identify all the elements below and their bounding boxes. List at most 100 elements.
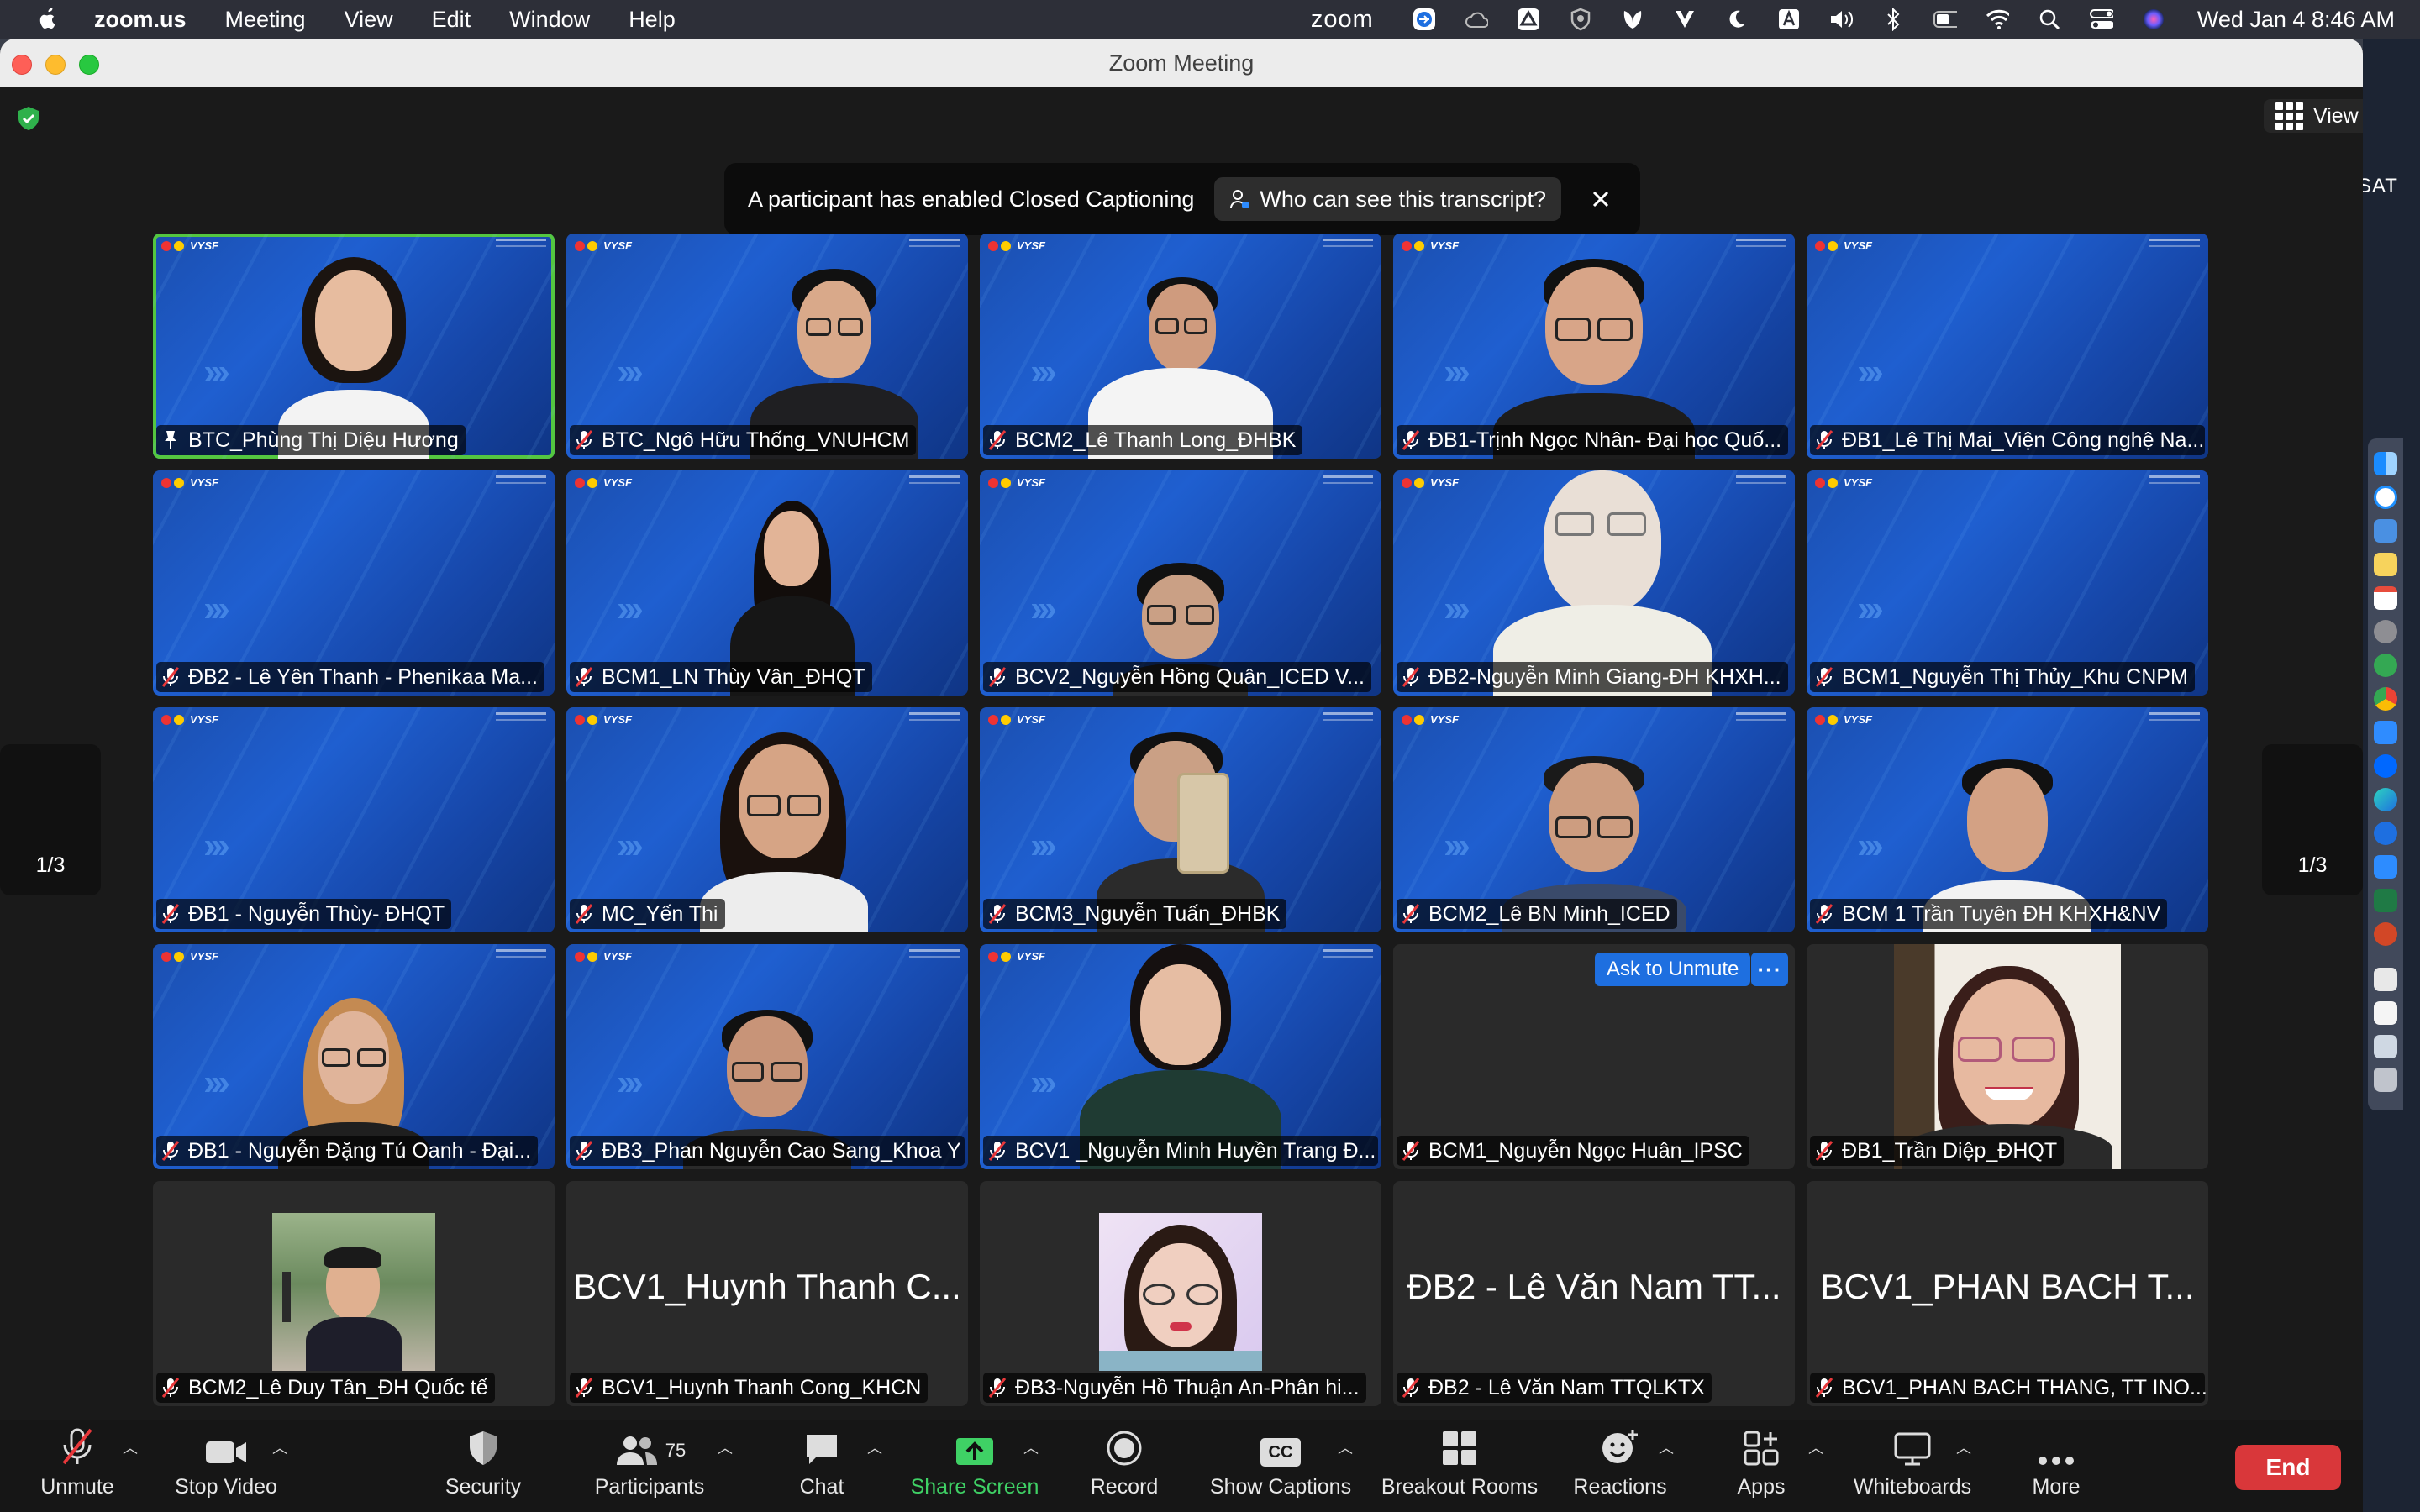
dock-mail-icon[interactable] — [2374, 721, 2397, 744]
dock-preview-icon[interactable] — [2374, 968, 2397, 991]
cloud-icon[interactable] — [1465, 8, 1488, 31]
menu-edit[interactable]: Edit — [432, 7, 471, 33]
share-options-caret[interactable]: ︿ — [1022, 1420, 1042, 1512]
ask-to-unmute-button[interactable]: Ask to Unmute — [1595, 953, 1751, 986]
volume-icon[interactable] — [1829, 8, 1853, 31]
participant-tile[interactable]: ĐB1_Trần Diệp_ĐHQT — [1807, 944, 2208, 1169]
tile-more-options-button[interactable]: ··· — [1751, 953, 1788, 986]
participant-tile[interactable]: ››› VYSF BTC_Ngô Hữu Thống_VNUHCM — [566, 234, 968, 459]
dock-finder-icon[interactable] — [2374, 452, 2397, 475]
dock-excel-icon[interactable] — [2374, 889, 2397, 912]
participants-options-caret[interactable]: ︿ — [716, 1420, 736, 1512]
participants-button[interactable]: 75 Participants — [587, 1420, 713, 1512]
participant-tile[interactable]: ››› VYSF ĐB2-Nguyễn Minh Giang-ĐH KHXH..… — [1393, 470, 1795, 696]
participant-tile[interactable]: BCM2_Lê Duy Tân_ĐH Quốc tế — [153, 1181, 555, 1406]
wifi-icon[interactable] — [1986, 8, 2009, 31]
end-meeting-button[interactable]: End — [2235, 1445, 2341, 1490]
participant-tile[interactable]: ››› VYSF BCV1 _Nguyễn Minh Huyền Trang Đ… — [980, 944, 1381, 1169]
spotlight-search-icon[interactable] — [2038, 8, 2061, 31]
dock-chrome-icon[interactable] — [2374, 687, 2397, 711]
apple-icon[interactable] — [35, 7, 60, 32]
participant-tile[interactable]: ››› VYSF BCM2_Lê BN Minh_ICED — [1393, 707, 1795, 932]
dock-zoom-icon[interactable] — [2374, 855, 2397, 879]
muted-mic-icon — [161, 1378, 180, 1398]
zoom-status-item[interactable]: zoom — [1311, 6, 1374, 34]
more-button[interactable]: More — [2018, 1420, 2094, 1512]
participant-tile[interactable]: ››› VYSF BCM 1 Trần Tuyên ĐH KHXH&NV — [1807, 707, 2208, 932]
menu-meeting[interactable]: Meeting — [225, 7, 306, 33]
menu-help[interactable]: Help — [629, 7, 676, 33]
participant-tile[interactable]: ››› VYSF ĐB2 - Lê Yên Thanh - Phenikaa M… — [153, 470, 555, 696]
participant-tile[interactable]: ››› VYSF BCM1_LN Thùy Vân_ĐHQT — [566, 470, 968, 696]
participant-tile[interactable]: ››› VYSF ĐB1 - Nguyễn Đặng Tú Oanh - Đại… — [153, 944, 555, 1169]
battery-icon[interactable] — [1933, 8, 1957, 31]
participant-tile[interactable]: ››› VYSF BCM2_Lê Thanh Long_ĐHBK — [980, 234, 1381, 459]
v-icon[interactable] — [1673, 8, 1697, 31]
meeting-toolbar: Unmute ︿ Stop Video ︿ Security 75 Partic… — [0, 1420, 2363, 1512]
clock[interactable]: Wed Jan 4 8:46 AM — [2197, 7, 2395, 33]
dock-document-icon[interactable] — [2374, 1001, 2397, 1025]
dock-settings-icon[interactable] — [2374, 620, 2397, 643]
apps-options-caret[interactable]: ︿ — [1807, 1420, 1827, 1512]
dock-folder-icon[interactable] — [2374, 1035, 2397, 1058]
participant-tile[interactable]: ››› VYSF BTC_Phùng Thị Diệu Hương — [153, 234, 555, 459]
reactions-button[interactable]: Reactions — [1571, 1420, 1669, 1512]
control-center-icon[interactable] — [2089, 8, 2113, 31]
participant-tile[interactable]: ĐB2 - Lê Văn Nam TT... ĐB2 - Lê Văn Nam … — [1393, 1181, 1795, 1406]
close-banner-icon[interactable] — [1586, 185, 1615, 213]
dock-powerpoint-icon[interactable] — [2374, 922, 2397, 946]
leaf-icon[interactable] — [1621, 8, 1644, 31]
menu-window[interactable]: Window — [509, 7, 590, 33]
record-button[interactable]: Record — [1082, 1420, 1166, 1512]
participant-tile[interactable]: Ask to Unmute ··· BCM1_Nguyễn Ngọc Huân_… — [1393, 944, 1795, 1169]
participant-tile[interactable]: ››› VYSF BCM1_Nguyễn Thị Thủy_Khu CNPM — [1807, 470, 2208, 696]
moon-icon[interactable] — [1725, 8, 1749, 31]
participant-tile[interactable]: ››› VYSF ĐB1-Trịnh Ngọc Nhân- Đại học Qu… — [1393, 234, 1795, 459]
dock-zalo-icon[interactable] — [2374, 754, 2397, 778]
previous-page-button[interactable]: 1/3 — [0, 744, 101, 895]
siri-icon[interactable] — [2142, 8, 2165, 31]
participant-tile[interactable]: BCV1_Huynh Thanh C... BCV1_Huynh Thanh C… — [566, 1181, 968, 1406]
participant-tile[interactable]: ĐB3-Nguyễn Hồ Thuận An-Phân hi... — [980, 1181, 1381, 1406]
next-page-button[interactable]: 1/3 — [2262, 744, 2363, 895]
menu-app-name[interactable]: zoom.us — [94, 7, 187, 33]
reactions-options-caret[interactable]: ︿ — [1657, 1420, 1677, 1512]
dock-chrome-green-icon[interactable] — [2374, 654, 2397, 677]
participant-tile[interactable]: ››› VYSF BCV2_Nguyễn Hồng Quân_ICED V... — [980, 470, 1381, 696]
shield-status-icon[interactable] — [1569, 8, 1592, 31]
who-can-see-transcript-button[interactable]: Who can see this transcript? — [1214, 177, 1562, 221]
security-button[interactable]: Security — [437, 1420, 529, 1512]
unmute-button[interactable]: Unmute — [34, 1420, 121, 1512]
input-source-icon[interactable] — [1777, 8, 1801, 31]
dock-teamviewer-icon[interactable] — [2374, 822, 2397, 845]
dock-calendar-icon[interactable] — [2374, 586, 2397, 610]
breakout-rooms-button[interactable]: Breakout Rooms — [1381, 1420, 1538, 1512]
encryption-shield-icon[interactable] — [17, 106, 40, 131]
dock-pen-icon[interactable] — [2374, 519, 2397, 543]
dock-trash-icon[interactable] — [2374, 1068, 2397, 1092]
menu-view[interactable]: View — [345, 7, 393, 33]
drive-icon[interactable] — [1517, 8, 1540, 31]
teamviewer-icon[interactable] — [1413, 8, 1436, 31]
chat-button[interactable]: Chat — [781, 1420, 862, 1512]
video-options-caret[interactable]: ︿ — [271, 1420, 291, 1512]
participant-tile[interactable]: ››› VYSF BCM3_Nguyễn Tuấn_ĐHBK — [980, 707, 1381, 932]
participant-tile[interactable]: ››› VYSF ĐB1 - Nguyễn Thùy- ĐHQT — [153, 707, 555, 932]
stop-video-button[interactable]: Stop Video — [171, 1420, 281, 1512]
participant-tile[interactable]: ››› VYSF MC_Yến Thi — [566, 707, 968, 932]
whiteboards-options-caret[interactable]: ︿ — [1954, 1420, 1975, 1512]
audio-options-caret[interactable]: ︿ — [121, 1420, 141, 1512]
show-captions-button[interactable]: CC Show Captions — [1207, 1420, 1355, 1512]
dock-edge-icon[interactable] — [2374, 788, 2397, 811]
bluetooth-icon[interactable] — [1881, 8, 1905, 31]
captions-options-caret[interactable]: ︿ — [1336, 1420, 1356, 1512]
view-button[interactable]: View — [2264, 99, 2363, 133]
apps-button[interactable]: Apps — [1723, 1420, 1800, 1512]
participant-tile[interactable]: ››› VYSF ĐB3_Phan Nguyễn Cao Sang_Khoa Y — [566, 944, 968, 1169]
participant-name-label: ĐB1_Trần Diệp_ĐHQT — [1810, 1136, 2065, 1166]
chat-options-caret[interactable]: ︿ — [865, 1420, 886, 1512]
dock-safari-icon[interactable] — [2374, 486, 2397, 509]
participant-tile[interactable]: ››› VYSF ĐB1_Lê Thị Mai_Viện Công nghệ N… — [1807, 234, 2208, 459]
participant-tile[interactable]: BCV1_PHAN BACH T... BCV1_PHAN BACH THANG… — [1807, 1181, 2208, 1406]
dock-notes-icon[interactable] — [2374, 553, 2397, 576]
